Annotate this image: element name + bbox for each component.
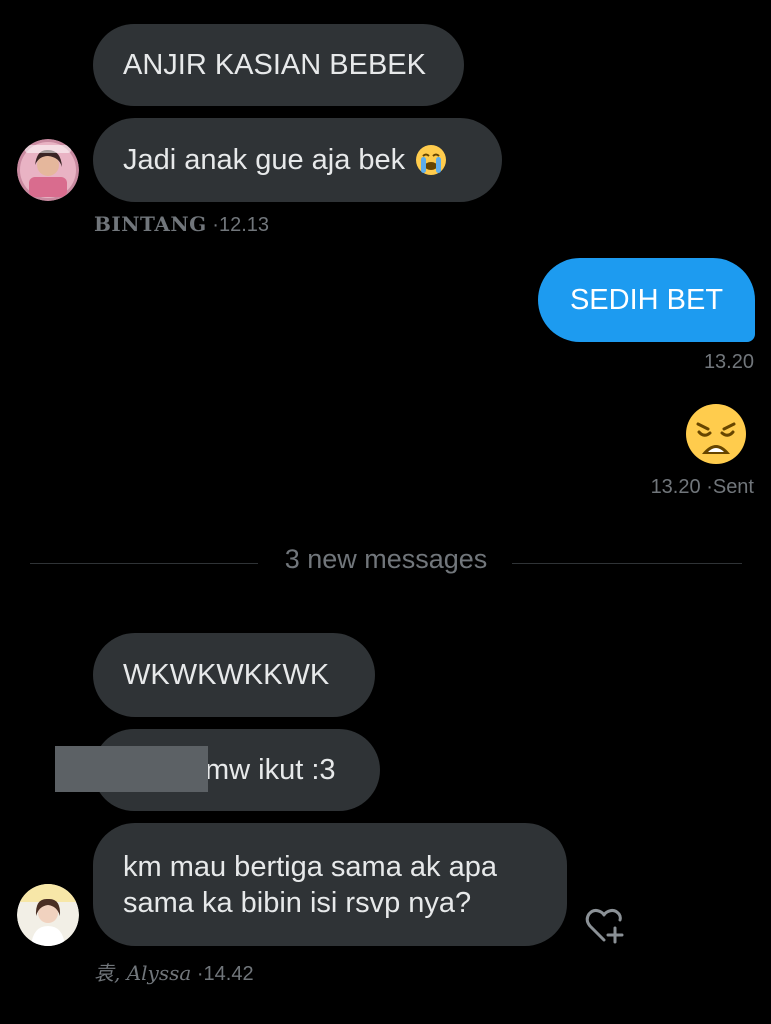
avatar-alyssa[interactable]: [17, 884, 79, 946]
message-line: sama ka bibin isi rsvp nya?: [123, 886, 472, 919]
timestamp: 13.20: [650, 476, 701, 498]
timestamp: 13.20: [703, 351, 754, 373]
redaction-block: [55, 746, 208, 792]
heart-plus-icon[interactable]: [584, 906, 628, 946]
sender-name: BINTANG: [94, 212, 207, 236]
message-bubble-incoming[interactable]: km mau bertiga sama ak apa sama ka bibin…: [93, 823, 567, 946]
new-messages-divider: 3 new messages: [284, 544, 488, 574]
message-meta: 袁, Alyssa ·14.42: [94, 957, 254, 986]
message-bubble-incoming[interactable]: Jadi anak gue aja bek: [93, 118, 502, 202]
message-text: SEDIH BET: [569, 284, 724, 316]
message-meta: 13.20 ·Sent: [651, 476, 754, 499]
divider-line-right: [512, 563, 742, 564]
avatar-bintang[interactable]: [17, 139, 79, 201]
timestamp: ·14.42: [196, 963, 254, 985]
message-text: mw ikut :3: [205, 754, 336, 786]
message-bubble-incoming[interactable]: ANJIR KASIAN BEBEK: [93, 24, 464, 106]
message-text: Jadi anak gue aja bek: [123, 144, 406, 176]
message-bubble-outgoing[interactable]: SEDIH BET: [538, 258, 755, 342]
message-line: km mau bertiga sama ak apa: [123, 850, 497, 883]
delivery-status: ·Sent: [706, 476, 754, 498]
crying-face-icon: [415, 144, 447, 176]
message-text: WKWKWKKWK: [123, 659, 330, 691]
timestamp: ·12.13: [212, 214, 269, 236]
message-text: km mau bertiga sama ak apa sama ka bibin…: [123, 849, 497, 921]
weary-face-icon[interactable]: [684, 402, 748, 466]
avatar-image: [17, 139, 79, 201]
avatar-image: [17, 884, 79, 946]
divider-line-left: [30, 563, 258, 564]
message-text: ANJIR KASIAN BEBEK: [123, 49, 426, 81]
message-bubble-incoming[interactable]: WKWKWKKWK: [93, 633, 375, 717]
sender-name: 袁, Alyssa: [94, 961, 192, 985]
message-meta: BINTANG ·12.13: [94, 212, 269, 237]
